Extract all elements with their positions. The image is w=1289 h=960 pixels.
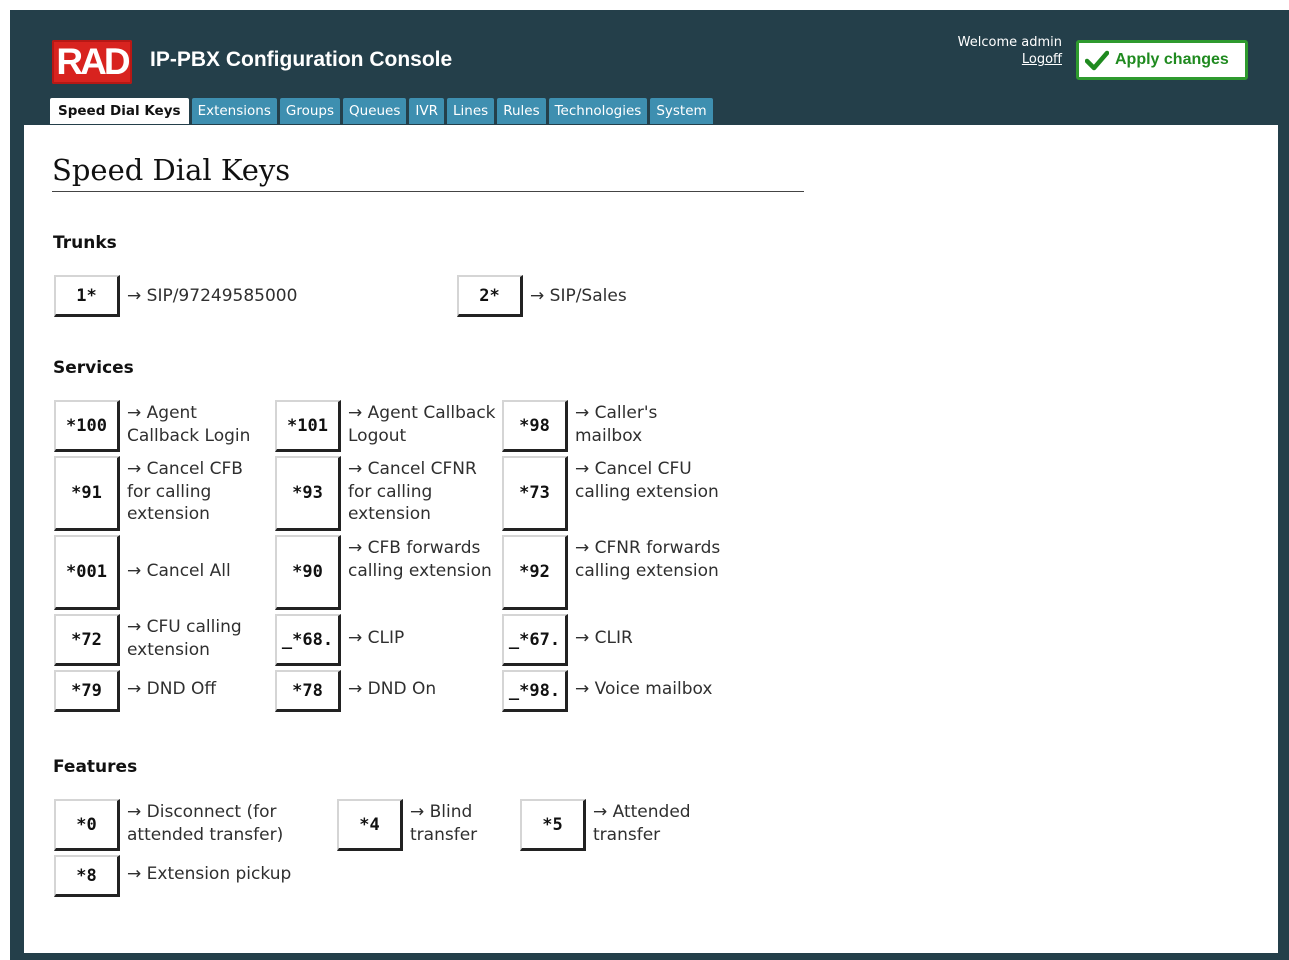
speed-dial-description: → Cancel All: [127, 561, 231, 581]
speed-dial-key[interactable]: *79: [54, 670, 120, 712]
speed-dial-key[interactable]: *73: [502, 456, 568, 531]
speed-dial-description: → SIP/97249585000: [127, 286, 298, 306]
speed-dial-entry: 1* → SIP/97249585000: [54, 275, 427, 317]
speed-dial-entry: _*98. → Voice mailbox: [502, 670, 745, 712]
speed-dial-key[interactable]: 2*: [457, 275, 523, 317]
logoff-link[interactable]: Logoff: [958, 51, 1062, 68]
tab-lines[interactable]: Lines: [447, 98, 495, 124]
tab-system[interactable]: System: [650, 98, 713, 124]
speed-dial-entry: *8 → Extension pickup: [54, 855, 347, 897]
speed-dial-key[interactable]: *101: [275, 400, 341, 452]
speed-dial-entry: *93 → Cancel CFNR for calling extension: [275, 456, 498, 531]
speed-dial-key[interactable]: *4: [337, 799, 403, 851]
speed-dial-key[interactable]: *001: [54, 535, 120, 610]
speed-dial-description: → Caller's mailbox: [575, 403, 658, 446]
app-frame: RAD IP-PBX Configuration Console Welcome…: [10, 10, 1289, 960]
tab-rules[interactable]: Rules: [497, 98, 546, 124]
speed-dial-key[interactable]: *72: [54, 614, 120, 666]
speed-dial-description: → CFU calling extension: [127, 617, 242, 660]
speed-dial-description: → DND On: [348, 679, 437, 699]
speed-dial-key[interactable]: *91: [54, 456, 120, 531]
speed-dial-description: → Cancel CFNR for calling extension: [348, 459, 477, 524]
speed-dial-description: → Extension pickup: [127, 864, 292, 884]
main-tabs: Speed Dial Keys Extensions Groups Queues…: [50, 98, 713, 124]
speed-dial-entry: *79 → DND Off: [54, 670, 267, 712]
tab-groups[interactable]: Groups: [279, 98, 341, 124]
apply-changes-label: Apply changes: [1115, 51, 1229, 68]
speed-dial-entry: *78 → DND On: [275, 670, 498, 712]
speed-dial-key[interactable]: *93: [275, 456, 341, 531]
welcome-text: Welcome admin: [957, 35, 1062, 50]
speed-dial-key[interactable]: *90: [275, 535, 341, 610]
speed-dial-description: → CFB forwards calling extension: [348, 538, 492, 581]
speed-dial-entry: *5 → Attended transfer: [520, 799, 713, 851]
page-title: Speed Dial Keys: [52, 153, 804, 192]
speed-dial-entry: *001 → Cancel All: [54, 535, 267, 610]
speed-dial-entry: 2* → SIP/Sales: [457, 275, 830, 317]
speed-dial-key[interactable]: *92: [502, 535, 568, 610]
speed-dial-key[interactable]: *98: [502, 400, 568, 452]
speed-dial-entry: *0 → Disconnect (for attended transfer): [54, 799, 312, 851]
speed-dial-key[interactable]: *8: [54, 855, 120, 897]
section-heading-features: Features: [53, 757, 138, 777]
tab-extensions[interactable]: Extensions: [191, 98, 277, 124]
speed-dial-entry: *73 → Cancel CFU calling extension: [502, 456, 725, 531]
rad-logo: RAD: [52, 40, 132, 84]
speed-dial-entry: *92 → CFNR forwards calling extension: [502, 535, 725, 610]
content-panel: Speed Dial Keys Trunks 1* → SIP/97249585…: [24, 125, 1278, 953]
speed-dial-description: → Disconnect (for attended transfer): [127, 802, 284, 845]
speed-dial-entry: *72 → CFU calling extension: [54, 614, 267, 666]
speed-dial-entry: *101 → Agent Callback Logout: [275, 400, 498, 452]
tab-ivr[interactable]: IVR: [409, 98, 445, 124]
speed-dial-description: → Voice mailbox: [575, 679, 713, 699]
speed-dial-description: → Cancel CFU calling extension: [575, 459, 719, 502]
checkmark-icon: [1085, 50, 1109, 71]
speed-dial-entry: _*67. → CLIR: [502, 614, 725, 666]
speed-dial-description: → Attended transfer: [593, 802, 691, 845]
tab-queues[interactable]: Queues: [343, 98, 407, 124]
user-panel: Welcome admin Logoff: [958, 34, 1062, 68]
speed-dial-key[interactable]: *100: [54, 400, 120, 452]
apply-changes-button[interactable]: Apply changes: [1076, 40, 1248, 80]
speed-dial-description: → CLIR: [575, 628, 633, 648]
speed-dial-key[interactable]: _*67.: [502, 614, 568, 666]
speed-dial-description: → DND Off: [127, 679, 217, 699]
speed-dial-key[interactable]: *0: [54, 799, 120, 851]
section-heading-services: Services: [53, 358, 134, 378]
speed-dial-description: → SIP/Sales: [530, 286, 627, 306]
tab-speed-dial-keys[interactable]: Speed Dial Keys: [50, 98, 189, 124]
speed-dial-entry: *4 → Blind transfer: [337, 799, 520, 851]
speed-dial-description: → Blind transfer: [410, 802, 478, 845]
speed-dial-description: → CFNR forwards calling extension: [575, 538, 721, 581]
speed-dial-key[interactable]: _*68.: [275, 614, 341, 666]
speed-dial-key[interactable]: _*98.: [502, 670, 568, 712]
speed-dial-entry: *100 → Agent Callback Login: [54, 400, 267, 452]
speed-dial-description: → Agent Callback Login: [127, 403, 251, 446]
section-heading-trunks: Trunks: [53, 233, 117, 253]
speed-dial-entry: _*68. → CLIP: [275, 614, 498, 666]
speed-dial-entry: *91 → Cancel CFB for calling extension: [54, 456, 267, 531]
speed-dial-key[interactable]: 1*: [54, 275, 120, 317]
speed-dial-key[interactable]: *78: [275, 670, 341, 712]
speed-dial-key[interactable]: *5: [520, 799, 586, 851]
speed-dial-description: → CLIP: [348, 628, 405, 648]
tab-technologies[interactable]: Technologies: [548, 98, 648, 124]
speed-dial-entry: *90 → CFB forwards calling extension: [275, 535, 498, 610]
speed-dial-entry: *98 → Caller's mailbox: [502, 400, 725, 452]
app-title: IP-PBX Configuration Console: [150, 48, 453, 71]
speed-dial-description: → Cancel CFB for calling extension: [127, 459, 243, 524]
speed-dial-description: → Agent Callback Logout: [348, 403, 496, 446]
